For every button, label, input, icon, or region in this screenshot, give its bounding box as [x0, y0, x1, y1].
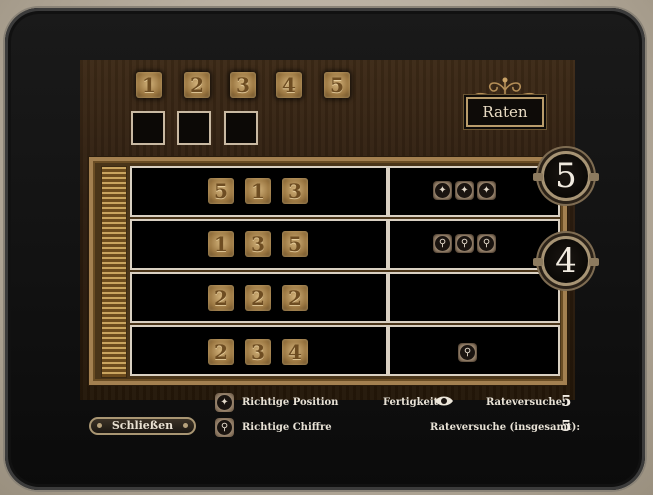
answer-slot-2[interactable]	[177, 111, 211, 145]
guess-digit: 1	[208, 231, 234, 257]
digit-tile-4[interactable]: 4	[276, 72, 302, 98]
remaining-attempts-badge: 5	[533, 151, 599, 201]
legend-cipher-label: Richtige Chiffre	[242, 422, 332, 433]
guess-digit: 2	[282, 285, 308, 311]
button-dot-right	[183, 423, 188, 428]
eye-icon	[435, 396, 453, 406]
guess-digit: 3	[245, 231, 271, 257]
legend-position-label: Richtige Position	[242, 397, 339, 408]
key-peg-icon: ⚲	[477, 234, 496, 253]
guess-digit: 2	[208, 285, 234, 311]
total-attempts-value: 5	[561, 417, 572, 435]
guess-digit: 3	[282, 178, 308, 204]
progress-ruler	[101, 166, 127, 378]
guess-digit: 5	[208, 178, 234, 204]
guess-button[interactable]: Raten	[466, 97, 544, 127]
key-peg-icon: ⚲	[455, 234, 474, 253]
correct-count-badge: 4	[533, 236, 599, 286]
guess-digit: 2	[245, 285, 271, 311]
guess-digit: 4	[282, 339, 308, 365]
feedback-row-3	[388, 272, 560, 323]
badge-left-tick	[533, 173, 543, 181]
answer-slot-1[interactable]	[131, 111, 165, 145]
total-attempts-label: Rateversuche (insgesamt):	[430, 422, 581, 433]
badge-number: 4	[555, 241, 577, 281]
attempts-label: Rateversuche:	[486, 397, 566, 408]
ornament-icon	[473, 77, 537, 97]
close-button-label: Schließen	[111, 419, 174, 432]
star-peg-icon: ✦	[477, 181, 496, 200]
star-peg-icon: ✦	[215, 393, 234, 412]
digit-tile-1[interactable]: 1	[136, 72, 162, 98]
badge-left-tick	[533, 258, 543, 266]
button-dot-left	[97, 423, 102, 428]
badge-number: 5	[555, 156, 577, 196]
guess-digit: 1	[245, 178, 271, 204]
key-peg-icon: ⚲	[458, 343, 477, 362]
badge-right-tick	[589, 173, 599, 181]
close-button[interactable]: Schließen	[89, 417, 196, 435]
key-peg-icon: ⚲	[433, 234, 452, 253]
digit-tile-5[interactable]: 5	[324, 72, 350, 98]
digit-tile-3[interactable]: 3	[230, 72, 256, 98]
key-peg-icon: ⚲	[215, 418, 234, 437]
star-peg-icon: ✦	[433, 181, 452, 200]
guess-digit: 3	[245, 339, 271, 365]
attempts-value: 5	[561, 392, 572, 410]
guess-digit: 2	[208, 339, 234, 365]
badge-right-tick	[589, 258, 599, 266]
star-peg-icon: ✦	[455, 181, 474, 200]
answer-slot-3[interactable]	[224, 111, 258, 145]
digit-tile-2[interactable]: 2	[184, 72, 210, 98]
guess-digit: 5	[282, 231, 308, 257]
